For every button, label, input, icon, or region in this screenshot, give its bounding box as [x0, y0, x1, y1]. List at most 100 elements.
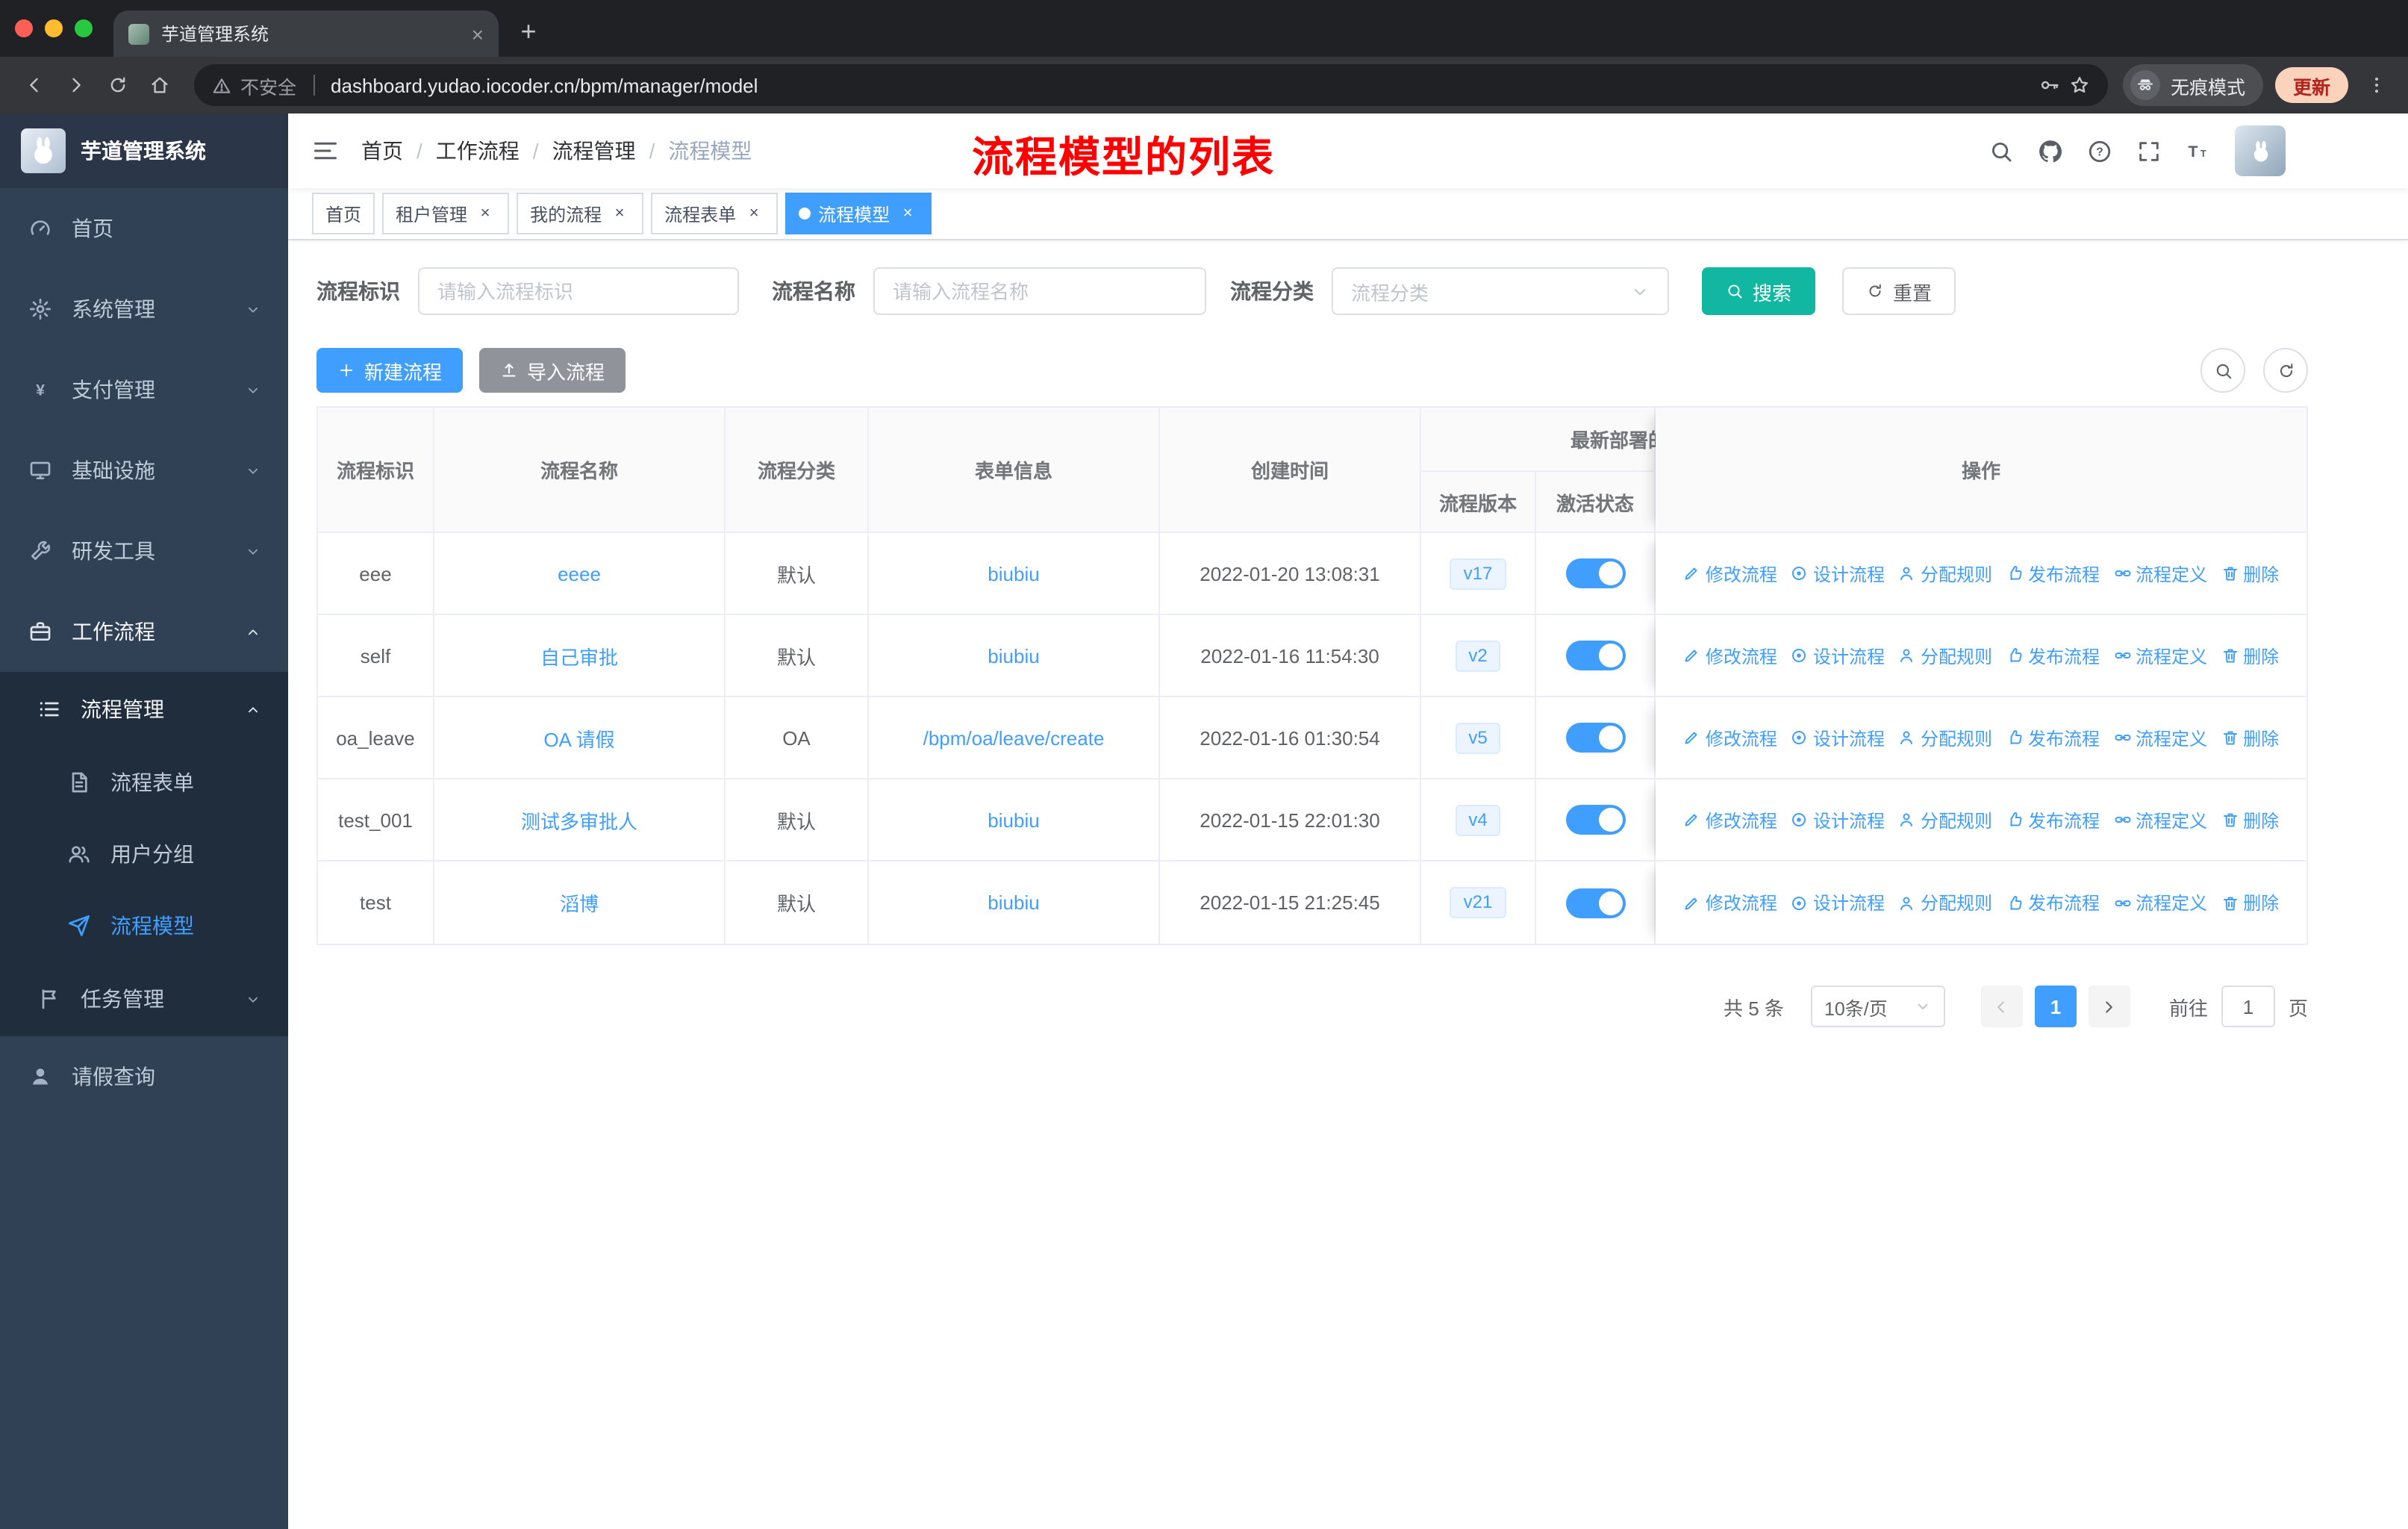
zoom-window-button[interactable]: [75, 19, 93, 37]
reset-button[interactable]: 重置: [1842, 267, 1956, 315]
reload-button[interactable]: [99, 66, 137, 105]
active-toggle[interactable]: [1565, 641, 1625, 670]
active-toggle[interactable]: [1565, 723, 1625, 753]
close-icon[interactable]: ×: [475, 203, 496, 224]
model-name-link[interactable]: 测试多审批人: [521, 806, 637, 834]
close-icon[interactable]: ×: [609, 203, 630, 224]
model-name-link[interactable]: eeee: [558, 562, 601, 585]
next-page-button[interactable]: [2088, 985, 2130, 1027]
sidebar-item-infrastructure[interactable]: 基础设施: [0, 430, 288, 511]
sidebar-item-leave-query[interactable]: 请假查询: [0, 1036, 288, 1117]
sidebar-item-process-management[interactable]: 流程管理: [0, 672, 288, 747]
model-name-link[interactable]: 滔博: [560, 888, 599, 917]
refresh-table-button[interactable]: [2263, 348, 2308, 393]
update-button[interactable]: 更新: [2274, 67, 2348, 103]
action-assign-rule-link[interactable]: 分配规则: [1898, 561, 1992, 586]
tab-tenant-management[interactable]: 租户管理 ×: [382, 193, 510, 234]
sidebar-item-process-form[interactable]: 流程表单: [0, 747, 288, 818]
browser-tab[interactable]: 芋道管理系统 ×: [113, 10, 499, 57]
action-edit-link[interactable]: 修改流程: [1683, 890, 1777, 915]
tab-my-process[interactable]: 我的流程 ×: [517, 193, 644, 234]
create-process-button[interactable]: 新建流程: [316, 348, 464, 393]
incognito-badge[interactable]: 无痕模式: [2122, 64, 2263, 106]
breadcrumb-item[interactable]: 工作流程: [436, 136, 520, 166]
model-name-link[interactable]: OA 请假: [543, 723, 614, 752]
version-tag[interactable]: v17: [1450, 558, 1506, 589]
github-icon[interactable]: [2038, 138, 2063, 164]
action-design-link[interactable]: 设计流程: [1791, 890, 1885, 915]
help-icon[interactable]: ?: [2087, 138, 2112, 164]
tab-process-form[interactable]: 流程表单 ×: [651, 193, 779, 234]
prev-page-button[interactable]: [1980, 985, 2023, 1027]
new-tab-button[interactable]: +: [508, 10, 549, 52]
tab-process-model[interactable]: 流程模型 ×: [785, 193, 932, 234]
hamburger-icon[interactable]: [312, 137, 339, 164]
action-delete-link[interactable]: 删除: [2221, 561, 2279, 586]
sidebar-item-home[interactable]: 首页: [0, 188, 288, 269]
import-process-button[interactable]: 导入流程: [479, 348, 626, 393]
action-assign-rule-link[interactable]: 分配规则: [1898, 643, 1992, 668]
browser-menu-button[interactable]: [2360, 75, 2393, 96]
process-name-input[interactable]: [873, 267, 1206, 315]
form-link[interactable]: biubiu: [988, 644, 1039, 667]
action-definition-link[interactable]: 流程定义: [2113, 807, 2207, 832]
key-icon[interactable]: [2039, 75, 2060, 96]
search-button[interactable]: 搜索: [1702, 267, 1816, 315]
font-size-icon[interactable]: TT: [2186, 138, 2211, 164]
action-edit-link[interactable]: 修改流程: [1683, 561, 1777, 586]
close-icon[interactable]: ×: [743, 203, 764, 224]
action-assign-rule-link[interactable]: 分配规则: [1898, 725, 1992, 750]
action-design-link[interactable]: 设计流程: [1791, 561, 1885, 586]
sidebar-item-user-group[interactable]: 用户分组: [0, 818, 288, 890]
version-tag[interactable]: v4: [1455, 804, 1501, 835]
sidebar-item-process-model[interactable]: 流程模型: [0, 890, 288, 962]
process-key-input[interactable]: [418, 267, 739, 315]
tab-home[interactable]: 首页: [312, 193, 375, 234]
goto-page-input[interactable]: [2221, 985, 2275, 1027]
action-publish-link[interactable]: 发布流程: [2006, 807, 2100, 832]
sidebar-item-task-management[interactable]: 任务管理: [0, 962, 288, 1036]
action-edit-link[interactable]: 修改流程: [1683, 807, 1777, 832]
app-logo-row[interactable]: 芋道管理系统: [0, 113, 288, 188]
back-button[interactable]: [15, 66, 54, 105]
search-icon[interactable]: [1989, 138, 2014, 164]
form-link[interactable]: /bpm/oa/leave/create: [923, 726, 1105, 749]
category-select[interactable]: 流程分类: [1332, 267, 1669, 315]
action-design-link[interactable]: 设计流程: [1791, 725, 1885, 750]
home-button[interactable]: [140, 66, 179, 105]
current-page-button[interactable]: 1: [2034, 985, 2077, 1027]
sidebar-item-payment[interactable]: ¥ 支付管理: [0, 349, 288, 430]
action-delete-link[interactable]: 删除: [2221, 643, 2279, 668]
form-link[interactable]: biubiu: [988, 891, 1039, 914]
avatar[interactable]: [2235, 125, 2286, 176]
tab-close-icon[interactable]: ×: [472, 22, 484, 46]
action-assign-rule-link[interactable]: 分配规则: [1898, 890, 1992, 915]
breadcrumb-item[interactable]: 流程管理: [552, 136, 636, 166]
action-delete-link[interactable]: 删除: [2221, 807, 2279, 832]
sidebar-item-system[interactable]: 系统管理: [0, 269, 288, 349]
breadcrumb-item[interactable]: 首页: [361, 136, 403, 166]
action-publish-link[interactable]: 发布流程: [2006, 890, 2100, 915]
close-window-button[interactable]: [15, 19, 33, 37]
active-toggle[interactable]: [1565, 888, 1625, 918]
version-tag[interactable]: v21: [1450, 887, 1506, 918]
forward-button[interactable]: [57, 66, 96, 105]
sidebar-item-dev-tools[interactable]: 研发工具: [0, 511, 288, 591]
action-design-link[interactable]: 设计流程: [1791, 807, 1885, 832]
sidebar-item-workflow[interactable]: 工作流程: [0, 591, 288, 672]
form-link[interactable]: biubiu: [988, 562, 1039, 585]
action-publish-link[interactable]: 发布流程: [2006, 561, 2100, 586]
action-edit-link[interactable]: 修改流程: [1683, 725, 1777, 750]
version-tag[interactable]: v2: [1455, 640, 1501, 671]
show-search-button[interactable]: [2200, 348, 2245, 393]
model-name-link[interactable]: 自己审批: [540, 641, 618, 670]
action-design-link[interactable]: 设计流程: [1791, 643, 1885, 668]
action-definition-link[interactable]: 流程定义: [2113, 561, 2207, 586]
action-delete-link[interactable]: 删除: [2221, 890, 2279, 915]
close-icon[interactable]: ×: [897, 203, 918, 224]
minimize-window-button[interactable]: [45, 19, 63, 37]
action-edit-link[interactable]: 修改流程: [1683, 643, 1777, 668]
action-definition-link[interactable]: 流程定义: [2113, 890, 2207, 915]
bookmark-star-icon[interactable]: [2069, 75, 2090, 96]
action-delete-link[interactable]: 删除: [2221, 725, 2279, 750]
